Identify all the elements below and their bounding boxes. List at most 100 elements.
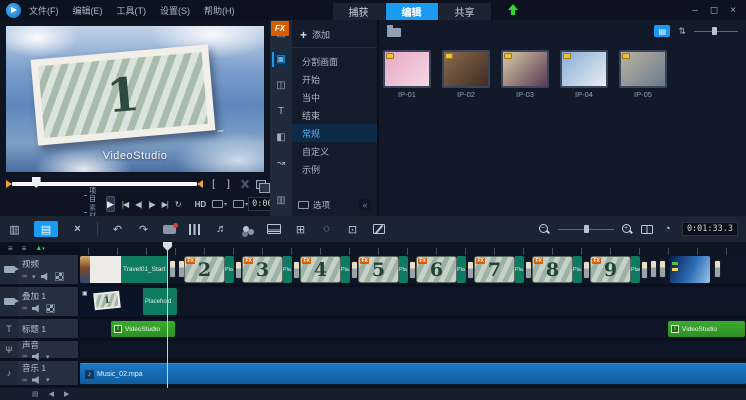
record-capture-icon[interactable] [163,221,176,237]
menu-file[interactable]: 文件(F) [29,4,59,17]
video-clip-placeholder[interactable]: FX2Pla [184,256,242,283]
music-clip[interactable]: ♪ Music_02.mpa [80,363,746,384]
add-track-button[interactable]: ▲▾ [35,245,44,252]
link-icon[interactable]: ∞ [22,353,27,360]
link-icon[interactable]: ∞ [22,273,27,280]
next-frame-button[interactable]: |▶ [148,200,154,209]
category-item[interactable]: 当中 [292,88,377,106]
menu-edit[interactable]: 编辑(E) [73,4,103,17]
link-icon[interactable]: ∞ [22,305,27,312]
options-button[interactable]: 选项 [298,199,330,211]
library-panel-icon[interactable]: ▥ [272,193,290,208]
list-view-toggle[interactable]: ▤ [654,25,670,37]
template-thumbnail[interactable]: IP-05 [619,50,667,99]
transparency-icon[interactable] [46,304,55,313]
category-item[interactable]: 结束 [292,106,377,124]
category-item[interactable]: 常规 [292,124,377,142]
title-clip[interactable]: T VideoStudio [668,321,745,337]
tab-capture[interactable]: 捕获 [333,3,386,20]
video-clip-travel-end[interactable] [670,256,710,283]
transition-icon[interactable] [583,261,590,279]
overlay-track-header[interactable]: 叠加 1 ∞ [0,287,78,316]
timeline-ruler[interactable] [80,242,746,255]
video-clip-placeholder[interactable]: FX5Pla [358,256,416,283]
split-clip-icon[interactable] [239,179,250,190]
transition-icon[interactable] [525,261,532,279]
template-thumbnail[interactable]: IP-03 [501,50,549,99]
project-duration-icon[interactable]: ◔ [661,221,674,237]
repeat-button[interactable]: ↻ [175,200,181,209]
voice-track-header[interactable]: Ψ 声音 ∞ ▾ [0,341,78,358]
zoom-out-icon[interactable]: − [539,224,550,235]
transition-library-icon[interactable]: ◫ [272,78,290,93]
snapshot-icon[interactable] [256,180,266,189]
timeline-zoom-slider[interactable] [558,224,614,234]
title-library-icon[interactable]: T [272,104,290,119]
voice-track-lane[interactable] [80,341,746,358]
seek-thumb[interactable] [32,177,41,188]
overlay-track-lane[interactable]: ▣ 1 Placehold [80,287,746,316]
slider-thumb[interactable] [584,225,589,233]
template-thumbnail[interactable]: IP-04 [560,50,608,99]
category-item[interactable]: 自定义 [292,142,377,160]
music-track-header[interactable]: ♪ 音乐 1 ∞ ▾ [0,361,78,385]
track-mute-icon[interactable] [32,376,41,384]
storyboard-view-icon[interactable]: ▥ [8,221,21,237]
add-folder-button[interactable]: + 添加 [292,20,377,48]
transition-icon[interactable] [293,261,300,279]
category-item[interactable]: 开始 [292,70,377,88]
chevron-down-icon[interactable]: ▾ [46,353,50,361]
track-scroll-icon[interactable]: ▤ [32,390,39,398]
import-folder-icon[interactable] [387,28,401,37]
video-clip-travel-start[interactable]: Travel01_Start [80,256,168,283]
minimize-button[interactable]: – [692,5,698,16]
transition-icon[interactable] [714,260,721,278]
track-range-icon[interactable]: ⊡ [346,221,359,237]
menu-settings[interactable]: 设置(S) [160,4,190,17]
collapse-panel-button[interactable]: « [359,199,371,211]
mode-project[interactable]: 项目 [84,188,98,204]
slider-thumb[interactable] [712,27,717,35]
menu-help[interactable]: 帮助(H) [204,4,235,17]
transition-pair[interactable] [650,260,666,278]
track-mute-icon[interactable] [41,273,50,281]
track-display-icon[interactable]: ≡ [22,244,27,253]
redo-icon[interactable]: ↷ [137,221,150,237]
title-track-lane[interactable]: T VideoStudio T VideoStudio [80,319,746,338]
mark-out-button[interactable]: ] [224,179,233,190]
prev-frame-button[interactable]: ◀| [135,200,141,209]
auto-music-icon[interactable]: ♬ [215,221,228,237]
transition-icon[interactable] [650,260,657,278]
track-mute-icon[interactable] [32,353,41,361]
close-button[interactable]: × [730,5,736,16]
scroll-right-button[interactable]: ▶ [64,390,69,398]
preview-mode-dropdown[interactable]: ▾ [233,200,248,208]
video-clip-placeholder[interactable]: FX9Plac [590,256,648,283]
chevron-down-icon[interactable]: ▾ [46,376,50,384]
fit-timeline-icon[interactable] [641,225,653,234]
transition-icon[interactable] [351,261,358,279]
trim-end-handle[interactable] [197,180,203,188]
track-manager-icon[interactable]: ≡ [8,244,13,253]
track-mute-icon[interactable] [32,305,41,313]
filter-library-icon[interactable]: FX [271,21,289,36]
mark-in-button[interactable]: [ [209,179,218,190]
transition-icon[interactable] [409,261,416,279]
video-clip-placeholder[interactable]: FX3Pla [242,256,300,283]
transition-icon[interactable] [467,261,474,279]
timeline-view-button[interactable]: ▤ [34,221,58,237]
transparency-icon[interactable] [55,272,64,281]
update-arrow-icon[interactable] [508,4,518,16]
video-clip-placeholder[interactable]: FX6Pla [416,256,474,283]
instant-project-icon[interactable]: ▣ [272,52,290,67]
paint-creator-icon[interactable] [241,221,254,237]
tab-edit[interactable]: 编辑 [386,3,439,20]
transition-pair[interactable] [169,260,185,278]
mask-creator-icon[interactable]: ◌ [320,221,333,237]
scroll-left-button[interactable]: ◀ [49,390,54,398]
transition-icon[interactable] [169,260,176,278]
title-track-header[interactable]: T 标题 1 [0,319,78,338]
restore-button[interactable]: ◻ [710,5,718,16]
zoom-in-icon[interactable]: + [622,224,633,235]
batch-edit-icon[interactable] [372,221,385,237]
